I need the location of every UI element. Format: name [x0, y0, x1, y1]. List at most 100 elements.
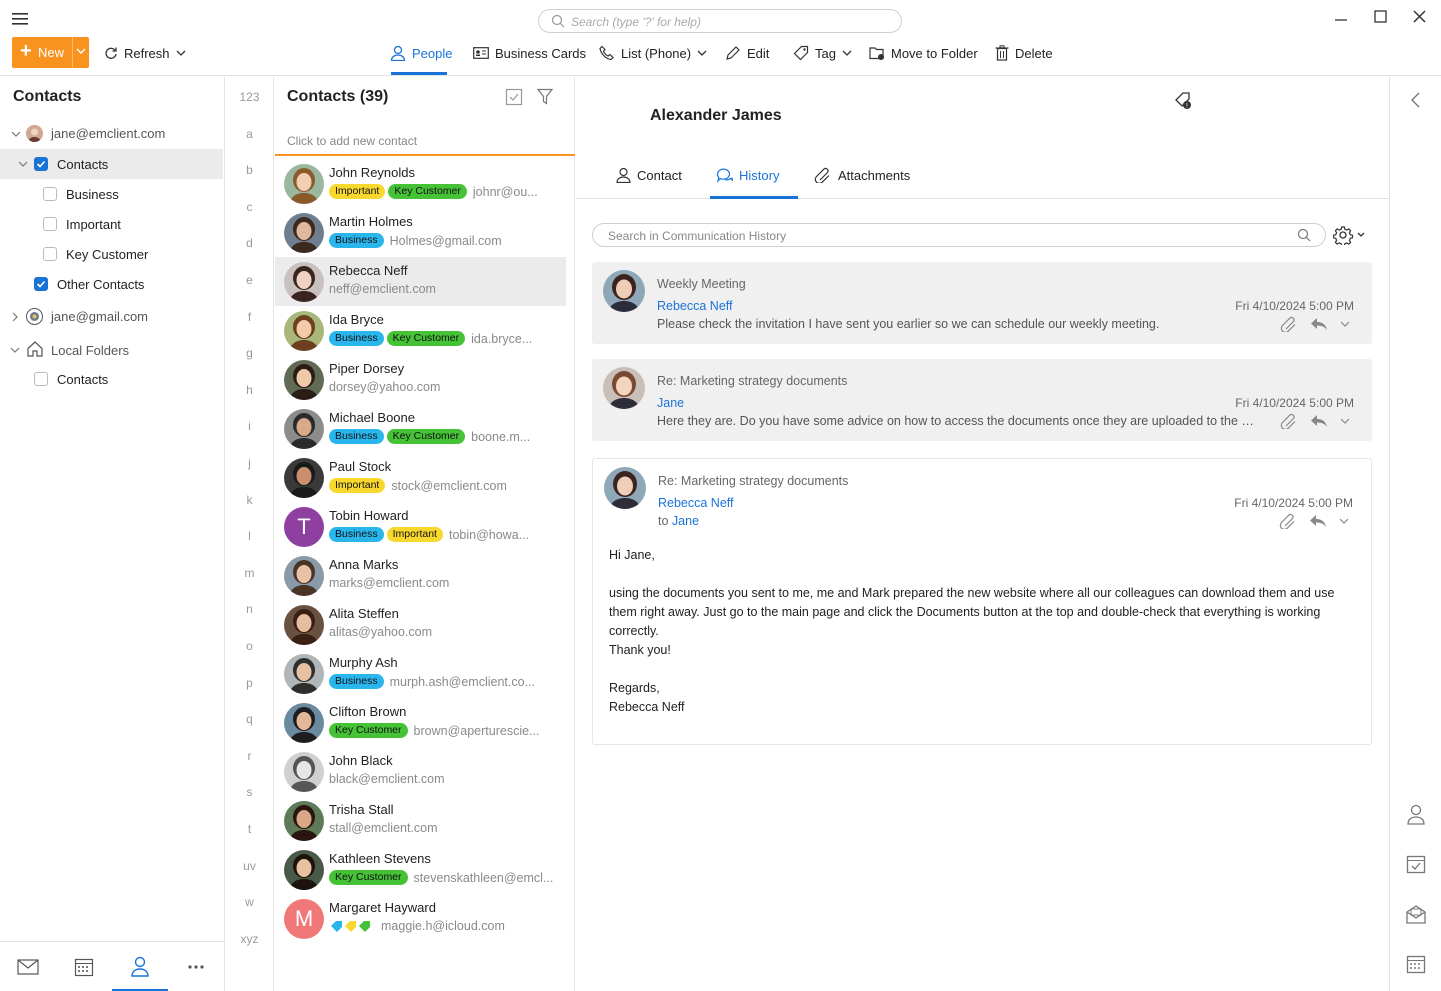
chevron-down-icon[interactable]: [1340, 416, 1350, 426]
search-icon[interactable]: [1297, 228, 1311, 242]
contact-row[interactable]: T Tobin Howard Business Important tobin@howa…: [275, 502, 566, 551]
calendar-module-button[interactable]: [56, 942, 112, 991]
alphabet-letter[interactable]: q: [226, 712, 273, 726]
alphabet-letter[interactable]: i: [226, 419, 273, 433]
alphabet-letter[interactable]: w: [226, 895, 273, 909]
attachment-icon[interactable]: [1280, 413, 1298, 429]
alphabet-letter[interactable]: f: [226, 310, 273, 324]
chevron-down-icon[interactable]: [76, 46, 86, 56]
key-customer-checkbox[interactable]: [43, 247, 57, 261]
contact-row[interactable]: Kathleen Stevens Key Customer stevenskathl…: [275, 845, 566, 894]
contact-row[interactable]: Michael Boone Business Key Customer boone.m…: [275, 404, 566, 453]
message-sender[interactable]: Rebecca Neff: [658, 496, 734, 510]
contact-row[interactable]: Paul Stock Important stock@emclient.com: [275, 453, 566, 502]
alphabet-letter[interactable]: xyz: [226, 932, 273, 946]
chevron-down-icon[interactable]: [18, 159, 28, 169]
alphabet-letter[interactable]: s: [226, 785, 273, 799]
new-button[interactable]: + New: [12, 37, 89, 68]
history-settings-button[interactable]: [1333, 225, 1367, 245]
contact-row[interactable]: Martin Holmes Business Holmes@gmail.com: [275, 208, 566, 257]
edit-button[interactable]: Edit: [725, 43, 769, 63]
chevron-right-icon[interactable]: [10, 312, 20, 322]
contact-row[interactable]: Ida Bryce Business Key Customer ida.bryce..…: [275, 306, 566, 355]
alphabet-letter[interactable]: l: [226, 529, 273, 543]
contact-row[interactable]: Clifton Brown Key Customer brown@apertures…: [275, 698, 566, 747]
add-contact-field[interactable]: Click to add new contact: [275, 132, 575, 156]
local-contacts-checkbox[interactable]: [34, 372, 48, 386]
important-checkbox[interactable]: [43, 217, 57, 231]
hamburger-menu-icon[interactable]: [12, 12, 30, 26]
close-icon[interactable]: [1411, 8, 1431, 26]
reply-icon[interactable]: [1310, 317, 1328, 331]
contact-row[interactable]: Piper Dorsey dorsey@yahoo.com: [275, 355, 566, 404]
alphabet-letter[interactable]: p: [226, 676, 273, 690]
tasks-icon[interactable]: [1405, 853, 1427, 875]
chevron-down-icon[interactable]: [10, 345, 20, 355]
sidebar-account-jane-emclient[interactable]: jane@emclient.com: [0, 119, 223, 149]
message-sender[interactable]: Rebecca Neff: [657, 299, 733, 313]
alphabet-letter[interactable]: 123: [226, 90, 273, 104]
more-modules-button[interactable]: [168, 942, 224, 991]
people-button[interactable]: People: [390, 43, 452, 63]
sidebar-item-local-contacts[interactable]: Contacts: [0, 364, 223, 394]
sidebar-item-key-customer[interactable]: Key Customer: [0, 239, 223, 269]
agenda-icon[interactable]: [1405, 953, 1427, 975]
chevron-down-icon[interactable]: [11, 129, 21, 139]
mail-open-icon[interactable]: [1405, 903, 1427, 925]
select-all-icon[interactable]: [505, 88, 523, 106]
sidebar-item-important[interactable]: Important: [0, 209, 223, 239]
history-search-input[interactable]: Search in Communication History: [592, 223, 1326, 247]
sidebar-account-jane-gmail[interactable]: jane@gmail.com: [0, 302, 223, 332]
tab-history[interactable]: History: [716, 167, 779, 183]
alphabet-letter[interactable]: d: [226, 236, 273, 250]
reply-icon[interactable]: [1310, 414, 1328, 428]
refresh-button[interactable]: Refresh: [104, 43, 186, 63]
history-message[interactable]: Weekly Meeting Rebecca Neff Fri 4/10/2024 …: [592, 262, 1372, 344]
contact-row[interactable]: Alita Steffen alitas@yahoo.com: [275, 600, 566, 649]
contact-row[interactable]: M Margaret Hayward maggie.h@icloud.com: [275, 894, 566, 943]
tag-button[interactable]: Tag: [793, 43, 852, 63]
reply-icon[interactable]: [1309, 514, 1327, 528]
chevron-down-icon[interactable]: [1340, 319, 1350, 329]
sidebar-item-other-contacts[interactable]: Other Contacts: [0, 269, 223, 299]
contact-row[interactable]: John Black black@emclient.com: [275, 747, 566, 796]
global-search-input[interactable]: Search (type '?' for help): [538, 9, 902, 33]
history-message[interactable]: Re: Marketing strategy documents Rebecca …: [592, 458, 1372, 745]
contact-row[interactable]: Rebecca Neff neff@emclient.com: [275, 257, 566, 306]
sidebar-local-folders[interactable]: Local Folders: [0, 335, 223, 365]
contact-row[interactable]: John Reynolds Important Key Customer johnr@…: [275, 159, 566, 208]
message-sender[interactable]: Jane: [657, 396, 684, 410]
alphabet-letter[interactable]: a: [226, 127, 273, 141]
alphabet-letter[interactable]: o: [226, 639, 273, 653]
chevron-down-icon[interactable]: [1339, 516, 1349, 526]
delete-button[interactable]: Delete: [995, 43, 1053, 63]
alphabet-letter[interactable]: uv: [226, 859, 273, 873]
alphabet-letter[interactable]: b: [226, 163, 273, 177]
business-checkbox[interactable]: [43, 187, 57, 201]
sidebar-item-contacts[interactable]: Contacts: [0, 149, 223, 179]
filter-icon[interactable]: [537, 88, 553, 106]
sidebar-item-business[interactable]: Business: [0, 179, 223, 209]
tab-attachments[interactable]: Attachments: [814, 167, 910, 183]
chevron-left-icon[interactable]: [1405, 89, 1427, 111]
contact-details-icon[interactable]: [1405, 803, 1427, 825]
move-to-folder-button[interactable]: Move to Folder: [869, 43, 978, 63]
recipient-name[interactable]: Jane: [672, 514, 699, 528]
contacts-module-button[interactable]: [112, 942, 168, 991]
contact-row[interactable]: Trisha Stall stall@emclient.com: [275, 796, 566, 845]
business-cards-button[interactable]: Business Cards: [473, 43, 586, 63]
alphabet-letter[interactable]: n: [226, 602, 273, 616]
attachment-icon[interactable]: [1280, 316, 1298, 332]
alphabet-letter[interactable]: m: [226, 566, 273, 580]
tab-contact[interactable]: Contact: [616, 167, 682, 183]
alphabet-letter[interactable]: e: [226, 273, 273, 287]
mail-module-button[interactable]: [0, 942, 56, 991]
other-contacts-checkbox[interactable]: [34, 277, 48, 291]
contacts-checkbox[interactable]: [34, 157, 48, 171]
alphabet-letter[interactable]: k: [226, 493, 273, 507]
list-phone-button[interactable]: List (Phone): [599, 43, 707, 63]
tag-alert-icon[interactable]: !: [1174, 91, 1194, 111]
history-message[interactable]: Re: Marketing strategy documents Jane Fri …: [592, 359, 1372, 441]
contact-row[interactable]: Anna Marks marks@emclient.com: [275, 551, 566, 600]
maximize-icon[interactable]: [1372, 8, 1392, 26]
